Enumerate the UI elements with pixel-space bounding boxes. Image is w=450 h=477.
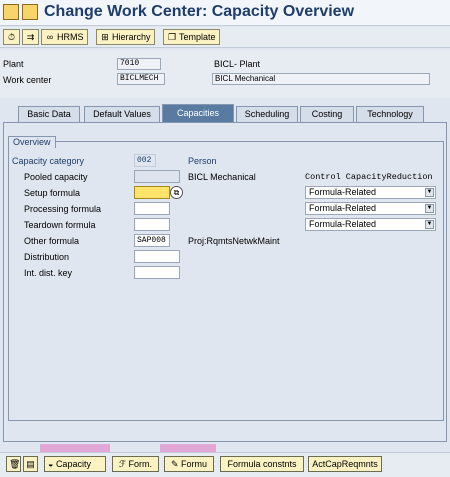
form-button[interactable]: ℱ Form. [112,456,159,472]
display-change-icon[interactable] [3,4,19,20]
tab-scheduling[interactable]: Scheduling [236,106,298,122]
distribution-field[interactable] [134,250,180,263]
bottom-toolbar: 🗑 ▤ ◒ Capacity ℱ Form. ✎ Formu Formula c… [0,452,450,477]
tab-capacities[interactable]: Capacities [162,104,234,122]
plant-field[interactable]: 7010 [117,58,161,70]
tab-basic-data[interactable]: Basic Data [18,106,80,122]
distribution-label: Distribution [24,252,70,262]
tab-strip: Basic Data Default Values Capacities Sch… [0,104,450,122]
setup-formula-label: Setup formula [24,188,81,198]
hrms-button[interactable]: ∞ HRMS [41,29,88,45]
other-object-icon[interactable] [22,4,38,20]
processing-formula-field[interactable] [134,202,170,215]
int-dist-key-field[interactable] [134,266,180,279]
teardown-formula-label: Teardown formula [24,220,96,230]
work-center-field[interactable]: BICLMECH [117,73,165,85]
hierarchy-icon: ⊞ [101,32,109,42]
tab-costing[interactable]: Costing [300,106,354,122]
value-help-icon: ⧉ [173,188,180,197]
template-button[interactable]: ❐ Template [163,29,220,45]
page-title: Change Work Center: Capacity Overview [44,3,355,20]
formu-button[interactable]: ✎ Formu [164,456,214,472]
chevron-down-icon: ▼ [425,220,434,229]
capacity-category-description: Person [188,156,217,166]
hierarchy-button[interactable]: ⊞ Hierarchy [96,29,155,45]
work-center-label: Work center [3,75,52,85]
chevron-down-icon: ▼ [425,204,434,213]
capacity-category-field[interactable]: 002 [134,154,156,167]
plant-label: Plant [3,59,24,69]
chevron-down-icon: ▼ [425,188,434,197]
capacity-icon: ◒ [48,459,56,469]
work-center-description: BICL Mechanical [212,73,430,85]
value-help-button[interactable]: ⧉ [170,186,183,199]
stopwatch-button[interactable]: ⏱ [3,29,20,45]
arrow-icon: ⇉ [26,32,35,42]
copy-icon: ❐ [167,32,177,42]
tab-default-values[interactable]: Default Values [84,106,160,122]
application-toolbar: ⏱ ⇉ ∞ HRMS ⊞ Hierarchy ❐ Template [0,27,450,48]
overview-group-title: Overview [8,136,56,148]
pooled-capacity-description: BICL Mechanical [188,172,256,182]
other-formula-description: Proj:RqmtsNetwkMaint [188,236,280,246]
navigate-button[interactable]: ⇉ [22,29,39,45]
pooled-capacity-label: Pooled capacity [24,172,88,182]
stopwatch-icon: ⏱ [7,32,16,42]
capacity-button[interactable]: ◒ Capacity [44,456,106,472]
formula-constants-button[interactable]: Formula constnts [220,456,304,472]
control-capacity-reduction-header: Control CapacityReduction [305,172,433,182]
trash-icon: 🗑 [9,459,21,469]
processing-formula-label: Processing formula [24,204,102,214]
overview-group [8,141,444,421]
setup-reduction-dropdown[interactable]: Formula-Related ▼ [305,186,436,199]
act-cap-reqmnts-button[interactable]: ActCapReqmnts [308,456,382,472]
formula-icon: ℱ [118,459,129,469]
teardown-formula-field[interactable] [134,218,170,231]
details-button[interactable]: ▤ [23,456,38,472]
processing-reduction-dropdown[interactable]: Formula-Related ▼ [305,202,436,215]
capacities-panel: Overview Capacity category 002 Person Po… [3,122,447,442]
delete-button[interactable]: 🗑 [6,456,21,472]
tab-technology[interactable]: Technology [356,106,424,122]
capacity-category-label: Capacity category [12,156,85,166]
other-formula-field[interactable]: SAP008 [134,234,170,247]
document-icon: ▤ [26,459,35,469]
title-bar: Change Work Center: Capacity Overview [0,0,450,26]
link-icon: ∞ [46,32,54,42]
header-area: Plant 7010 BICL- Plant Work center BICLM… [0,50,450,98]
plant-description: BICL- Plant [214,59,261,69]
teardown-reduction-dropdown[interactable]: Formula-Related ▼ [305,218,436,231]
setup-formula-field[interactable] [134,186,170,199]
formula-edit-icon: ✎ [170,459,182,469]
other-formula-label: Other formula [24,236,80,246]
pooled-capacity-field[interactable] [134,170,180,183]
int-dist-key-label: Int. dist. key [24,268,73,278]
